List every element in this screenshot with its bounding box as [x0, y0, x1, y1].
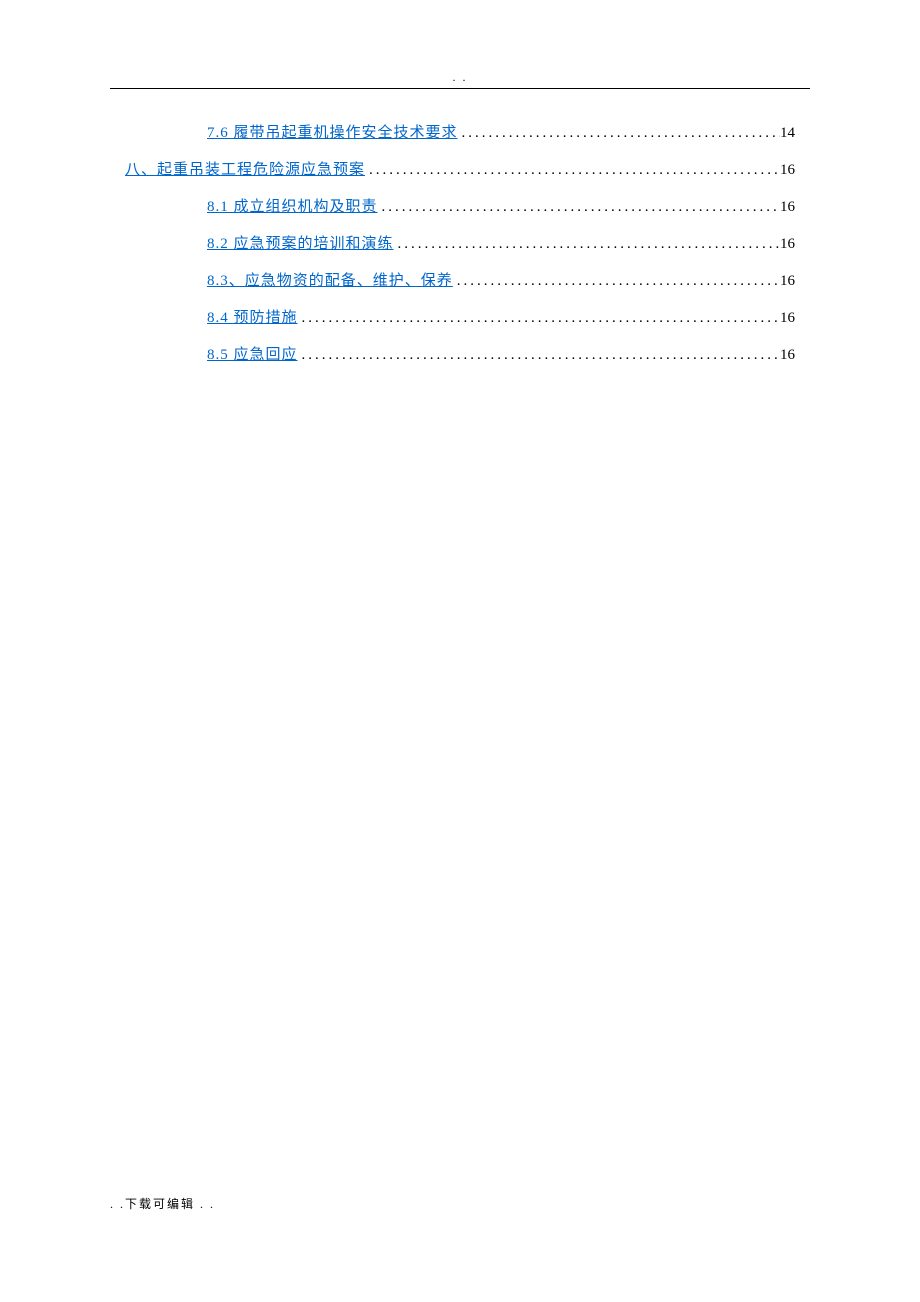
toc-entry: 8.3、应急物资的配备、维护、保养 16	[125, 268, 795, 295]
toc-link-8-3[interactable]: 8.3、应急物资的配备、维护、保养	[207, 268, 453, 295]
toc-content: 7.6 履带吊起重机操作安全技术要求 14 八、起重吊装工程危险源应急预案 16…	[125, 120, 795, 379]
toc-link-8[interactable]: 八、起重吊装工程危险源应急预案	[125, 157, 365, 184]
toc-entry: 8.2 应急预案的培训和演练 16	[125, 231, 795, 258]
toc-leader-dots	[298, 305, 780, 332]
toc-entry: 7.6 履带吊起重机操作安全技术要求 14	[125, 120, 795, 147]
footer-mark: . .下载可编辑 . .	[110, 1195, 215, 1212]
toc-page-number: 16	[780, 305, 795, 332]
toc-leader-dots	[394, 231, 780, 258]
toc-page-number: 16	[780, 231, 795, 258]
toc-page-number: 16	[780, 157, 795, 184]
toc-link-8-1[interactable]: 8.1 成立组织机构及职责	[207, 194, 378, 221]
toc-entry: 8.1 成立组织机构及职责 16	[125, 194, 795, 221]
toc-link-8-5[interactable]: 8.5 应急回应	[207, 342, 298, 369]
toc-link-8-4[interactable]: 8.4 预防措施	[207, 305, 298, 332]
toc-leader-dots	[378, 194, 780, 221]
toc-leader-dots	[458, 120, 780, 147]
toc-link-7-6[interactable]: 7.6 履带吊起重机操作安全技术要求	[207, 120, 458, 147]
toc-page-number: 14	[780, 120, 795, 147]
toc-entry: 八、起重吊装工程危险源应急预案 16	[125, 157, 795, 184]
toc-leader-dots	[365, 157, 780, 184]
toc-page-number: 16	[780, 194, 795, 221]
toc-entry: 8.5 应急回应 16	[125, 342, 795, 369]
header-rule	[110, 88, 810, 89]
toc-link-8-2[interactable]: 8.2 应急预案的培训和演练	[207, 231, 394, 258]
toc-leader-dots	[298, 342, 780, 369]
toc-page-number: 16	[780, 342, 795, 369]
toc-entry: 8.4 预防措施 16	[125, 305, 795, 332]
toc-page-number: 16	[780, 268, 795, 295]
toc-leader-dots	[453, 268, 780, 295]
header-mark: . .	[0, 70, 920, 85]
